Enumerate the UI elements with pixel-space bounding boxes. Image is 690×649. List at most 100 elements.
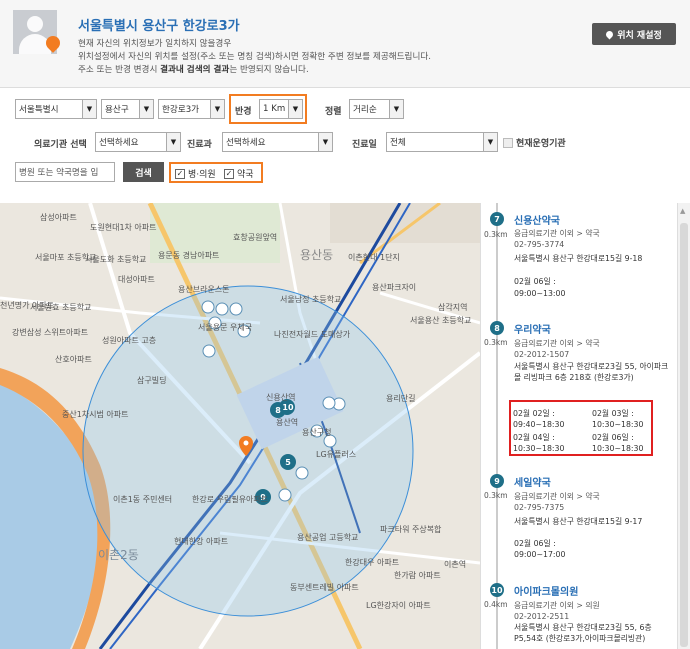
sort-select[interactable]: 거리순 ▼ <box>349 99 404 119</box>
result-distance: 0.3km <box>484 491 508 500</box>
result-name-link[interactable]: 세일약국 <box>514 474 551 489</box>
map-label: 신용산역 <box>266 393 296 402</box>
location-header: 서울특별시 용산구 한강로3가 현재 자신의 위치정보가 일치하지 않을경우 위… <box>0 0 690 88</box>
map-label: 성원아파트 고층 <box>102 336 157 345</box>
map-label: 서울남정 초등학교 <box>280 295 342 304</box>
relocate-button-label: 위치 재설정 <box>617 30 662 41</box>
notice-line-1: 현재 자신의 위치정보가 일치하지 않을경우 <box>78 39 232 49</box>
map-label: 이촌역 <box>444 560 467 569</box>
district-select[interactable]: 용산구 ▼ <box>101 99 154 119</box>
notice-line-3: 주소 또는 반경 변경시 결과내 검색의 결과는 반영되지 않습니다. <box>78 65 309 75</box>
map-view[interactable]: 8 10 59 삼성아파트 도원현대1차 아파트 서울마포 초등학교 서울도화 초… <box>0 203 480 649</box>
map-label: LG한강자이 아파트 <box>366 601 431 610</box>
chevron-down-icon: ▼ <box>389 100 403 118</box>
map-label: LG유플러스 <box>316 450 357 459</box>
map-label: 도원현대1차 아파트 <box>90 223 157 232</box>
map-label: 이촌2동 <box>98 548 139 562</box>
map-canvas: 8 10 59 <box>0 203 480 649</box>
map-label: 한강로 우림필유아파트 <box>192 495 269 504</box>
map-label: 한가람 아파트 <box>394 571 441 580</box>
result-category: 응급의료기관 이외 > 약국 <box>514 492 600 501</box>
map-label: 효창공원앞역 <box>233 233 278 242</box>
notice-line-2: 위치설정에서 자신의 위치를 설정(주소 또는 명칭 검색)하시면 정확한 주변… <box>78 52 432 62</box>
result-number-badge: 7 <box>490 212 504 226</box>
chevron-down-icon: ▼ <box>166 133 180 151</box>
map-label: 서울용문 우체국 <box>198 323 253 332</box>
svg-text:5: 5 <box>285 458 291 467</box>
result-phone: 02-2012-1507 <box>514 350 570 359</box>
map-label: 파크타워 주상복합 <box>380 525 442 534</box>
map-label: 삼성아파트 <box>40 213 77 222</box>
chevron-down-icon: ▼ <box>288 100 302 118</box>
result-phone: 02-2012-2511 <box>514 612 570 621</box>
location-notice: 현재 자신의 위치정보가 일치하지 않을경우 위치설정에서 자신의 위치를 설정… <box>78 38 431 77</box>
map-label: 용산브라운스톤 <box>178 285 230 294</box>
svg-text:10: 10 <box>282 403 294 412</box>
svg-text:8: 8 <box>275 406 281 415</box>
map-label: 천년명가 아파트 <box>0 301 55 310</box>
sort-label: 정렬 <box>325 107 342 117</box>
radius-select[interactable]: 1 Km ▼ <box>259 99 303 119</box>
map-label: 강변삼성 스위트아파트 <box>12 328 89 337</box>
map-label: 이촌1동 주민센터 <box>113 495 173 504</box>
operating-now-checkbox[interactable]: 현재운영기관 <box>503 136 566 149</box>
result-phone: 02-795-7375 <box>514 503 565 512</box>
result-number-badge: 10 <box>490 583 504 597</box>
chevron-down-icon: ▼ <box>483 133 497 151</box>
scroll-up-icon[interactable]: ▲ <box>680 207 685 215</box>
result-distance: 0.3km <box>484 230 508 239</box>
map-label: 대성아파트 <box>118 275 155 284</box>
checkbox-checked-icon: ✓ <box>224 168 234 179</box>
result-hours-day: 02월 06일 : <box>514 539 556 548</box>
result-distance: 0.4km <box>484 600 508 609</box>
map-label: 서울용산 초등학교 <box>410 316 472 325</box>
map-label: 용문동 경남아파트 <box>158 251 220 260</box>
current-location-title: 서울특별시 용산구 한강로3가 <box>78 19 240 34</box>
department-select[interactable]: 선택하세요 ▼ <box>222 132 333 152</box>
result-number-badge: 9 <box>490 474 504 488</box>
department-label: 진료과 <box>187 140 212 150</box>
scroll-thumb[interactable] <box>680 223 688 647</box>
map-label: 용산구청 <box>302 428 332 437</box>
facility-search-input[interactable]: 병원 또는 약국명을 입 <box>15 162 115 182</box>
result-number-badge: 8 <box>490 321 504 335</box>
map-label: 서울도화 초등학교 <box>85 255 147 264</box>
map-label: 중산1차시범 아파트 <box>62 410 129 419</box>
map-label: 용리단길 <box>386 394 416 403</box>
hours-highlight-box <box>509 400 653 456</box>
result-phone: 02-795-3774 <box>514 240 565 249</box>
chevron-down-icon: ▼ <box>318 133 332 151</box>
result-name-link[interactable]: 아이파크몰의원 <box>514 583 578 598</box>
chevron-down-icon: ▼ <box>210 100 224 118</box>
map-label: 용산공업 고등학교 <box>297 533 359 542</box>
city-select[interactable]: 서울특별시 ▼ <box>15 99 97 119</box>
search-button[interactable]: 검색 <box>123 162 164 182</box>
map-label: 현대한강 아파트 <box>174 537 229 546</box>
map-label: 용산파크자이 <box>372 283 417 292</box>
result-name-link[interactable]: 우리약국 <box>514 321 551 336</box>
result-distance: 0.3km <box>484 338 508 347</box>
relocate-button[interactable]: 위치 재설정 <box>592 23 676 45</box>
dong-select[interactable]: 한강로3가 ▼ <box>158 99 225 119</box>
radius-label: 반경 <box>235 107 252 117</box>
checkbox-checked-icon: ✓ <box>175 168 185 179</box>
map-label: 용산동 <box>300 248 334 262</box>
pharmacy-checkbox[interactable]: ✓ 약국 <box>224 167 254 180</box>
facility-type-select[interactable]: 선택하세요 ▼ <box>95 132 181 152</box>
result-category: 응급의료기관 이외 > 약국 <box>514 229 600 238</box>
checkbox-icon <box>503 137 513 148</box>
chevron-down-icon: ▼ <box>82 100 96 118</box>
chevron-down-icon: ▼ <box>139 100 153 118</box>
result-category: 응급의료기관 이외 > 의원 <box>514 601 600 610</box>
map-label: 동부센트레빌 아파트 <box>290 583 359 592</box>
result-category: 응급의료기관 이외 > 약국 <box>514 339 600 348</box>
results-scrollbar[interactable]: ▲ <box>677 203 690 649</box>
map-label: 용산역 <box>276 418 299 427</box>
hospital-checkbox[interactable]: ✓ 병·의원 <box>175 167 216 180</box>
result-address: 서울특별시 용산구 한강대로15길 9-17 <box>514 517 643 526</box>
result-address: 서울특별시 용산구 한강대로23길 55, 아이파크몰 리빙파크 6층 218호… <box>514 362 669 382</box>
map-label: 한강대우 아파트 <box>345 558 400 567</box>
map-label: 산호아파트 <box>55 355 92 364</box>
result-name-link[interactable]: 신용산약국 <box>514 212 560 227</box>
day-select[interactable]: 전체 ▼ <box>386 132 498 152</box>
